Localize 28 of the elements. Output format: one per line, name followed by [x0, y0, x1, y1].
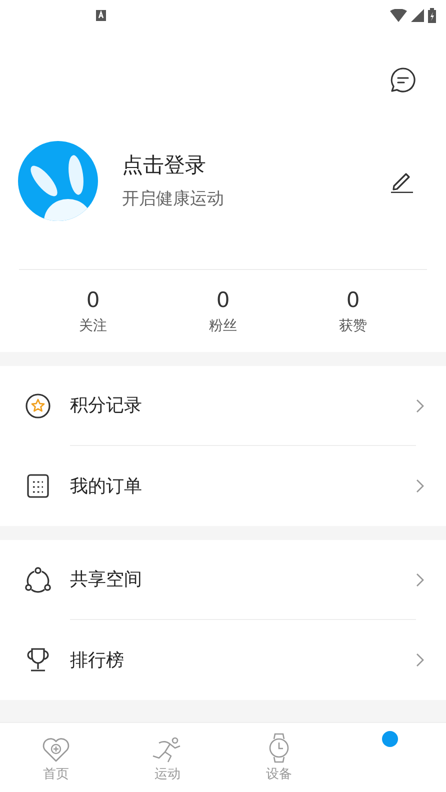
battery-icon	[428, 8, 436, 22]
stat-value: 0	[216, 287, 230, 314]
menu-item[interactable]: 共享空间	[0, 540, 446, 620]
trophy-icon	[25, 647, 51, 673]
stat-value: 0	[346, 287, 360, 314]
stat-label: 粉丝	[209, 317, 237, 336]
stat-value: 0	[86, 287, 100, 314]
wifi-icon	[390, 8, 407, 22]
notification-icon	[96, 10, 106, 20]
stat-label: 获赞	[339, 317, 367, 336]
order-list-icon	[26, 473, 50, 499]
avatar[interactable]	[18, 141, 98, 221]
star-badge-icon	[25, 393, 51, 419]
share-nodes-icon	[24, 566, 52, 594]
stat-label: 关注	[79, 317, 107, 336]
message-icon[interactable]	[390, 67, 416, 93]
profile-subtitle: 开启健康运动	[122, 188, 225, 211]
menu-item[interactable]: 积分记录	[0, 366, 446, 446]
login-prompt[interactable]: 点击登录	[122, 151, 390, 179]
heart-plus-icon	[40, 737, 71, 763]
menu-item[interactable]: 排行榜	[0, 620, 446, 700]
menu-item[interactable]: 我的订单	[0, 446, 446, 526]
watch-icon	[268, 733, 289, 763]
chevron-right-icon	[416, 479, 424, 493]
chevron-right-icon	[416, 573, 424, 587]
chevron-right-icon	[416, 653, 424, 667]
chevron-right-icon	[416, 399, 424, 413]
signal-icon	[411, 8, 424, 22]
